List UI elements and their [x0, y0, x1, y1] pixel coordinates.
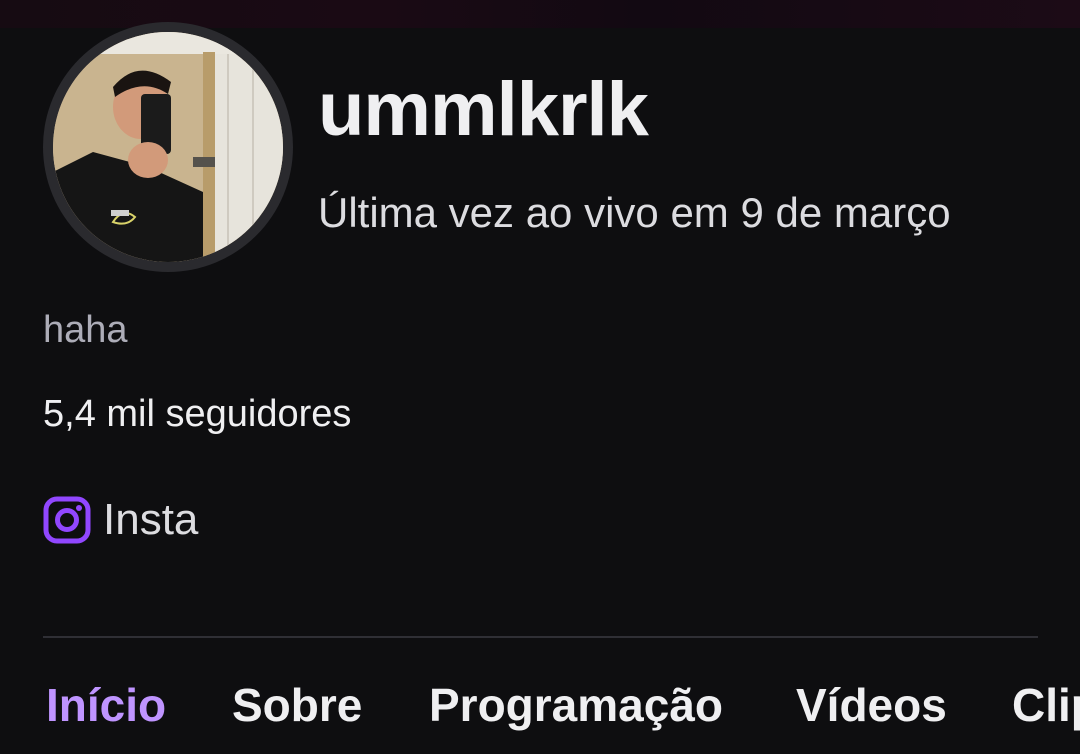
social-link-label: Insta [103, 495, 199, 544]
channel-username: ummlkrlk [318, 67, 649, 152]
social-link-instagram[interactable]: Insta [43, 496, 198, 544]
instagram-icon [43, 496, 91, 544]
tab-videos[interactable]: Vídeos [796, 682, 947, 728]
channel-tabs: Início Sobre Programação Vídeos Clipes [46, 682, 1080, 742]
tab-programacao[interactable]: Programação [429, 682, 723, 728]
follower-count: 5,4 mil seguidores [43, 393, 352, 435]
avatar-image [53, 32, 283, 262]
last-live-status: Última vez ao vivo em 9 de março [318, 189, 951, 236]
tab-sobre[interactable]: Sobre [232, 682, 362, 728]
avatar[interactable] [43, 22, 293, 272]
channel-bio: haha [43, 309, 128, 351]
section-divider [43, 636, 1038, 638]
tab-inicio[interactable]: Início [46, 682, 166, 728]
tab-clipes[interactable]: Clipes [1012, 682, 1080, 728]
